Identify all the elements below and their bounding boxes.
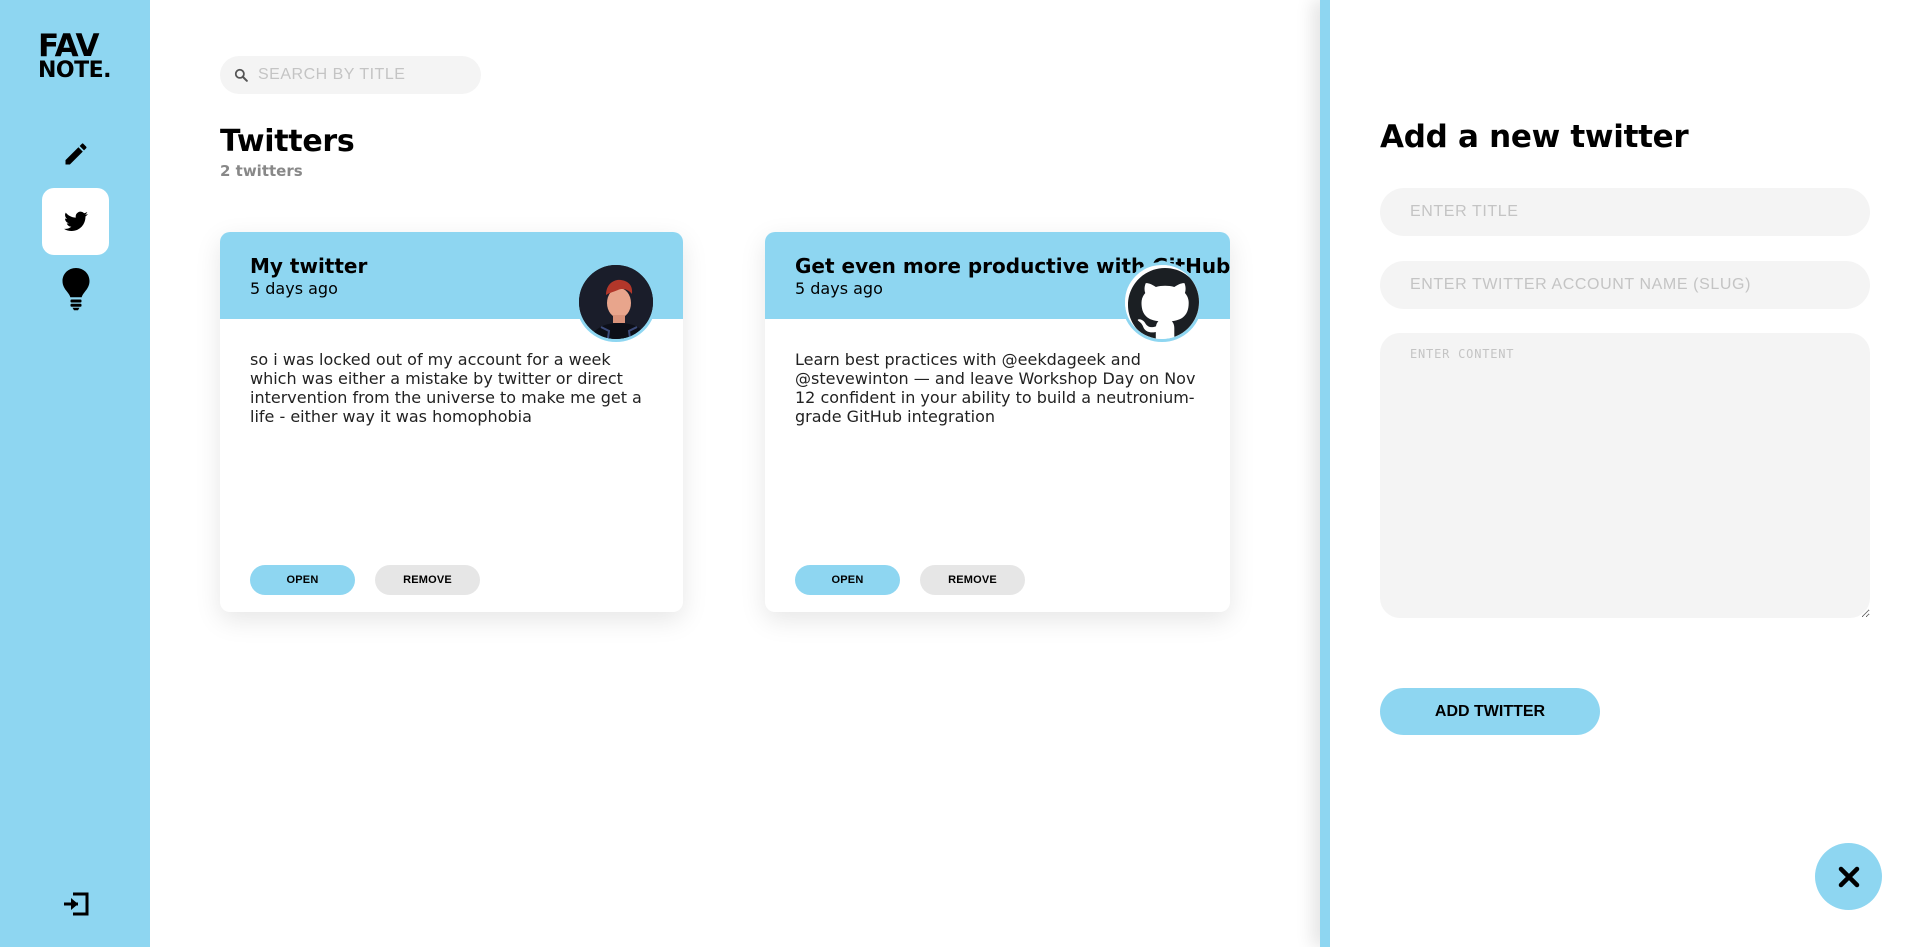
logo-line-1: FAV [38,28,100,64]
close-icon [1838,866,1859,887]
card-content: so i was locked out of my account for a … [250,350,642,426]
pen-icon [65,142,87,164]
sidebar: FAV NOTE. [0,0,150,947]
title-input[interactable] [1380,188,1870,236]
close-panel-button[interactable] [1815,843,1882,910]
open-button[interactable]: OPEN [795,565,900,595]
main-content: Twitters 2 twitters My twitter 5 days ag… [150,0,1320,947]
twitter-icon [63,211,88,231]
avatar [576,262,656,342]
content-textarea[interactable] [1380,333,1870,618]
search-icon [234,68,248,82]
twitter-card: Get even more productive with GitHub 5 d… [765,232,1230,612]
logout-button[interactable] [42,870,109,937]
card-actions: OPEN REMOVE [250,565,480,595]
item-count: 2 twitters [220,162,303,180]
app-logo[interactable]: FAV NOTE. [38,28,118,83]
remove-button[interactable]: REMOVE [920,565,1025,595]
nav-notes-button[interactable] [42,120,109,187]
avatar [1122,262,1202,342]
new-item-panel: Add a new twitter ADD TWITTER [1320,0,1918,947]
add-twitter-button[interactable]: ADD TWITTER [1380,688,1600,735]
nav-twitters-button[interactable] [42,188,109,255]
page-title: Twitters [220,124,355,159]
search-bar[interactable] [220,56,481,94]
nav-articles-button[interactable] [42,255,109,322]
card-actions: OPEN REMOVE [795,565,1025,595]
panel-title: Add a new twitter [1380,119,1689,155]
twitter-card: My twitter 5 days ago so i was locked ou… [220,232,683,612]
remove-button[interactable]: REMOVE [375,565,480,595]
logout-icon [63,892,88,915]
open-button[interactable]: OPEN [250,565,355,595]
bulb-icon [62,267,89,310]
search-input[interactable] [258,66,468,84]
card-content: Learn best practices with @eekdageek and… [795,350,1196,426]
slug-input[interactable] [1380,261,1870,309]
logo-line-2: NOTE. [38,57,112,83]
